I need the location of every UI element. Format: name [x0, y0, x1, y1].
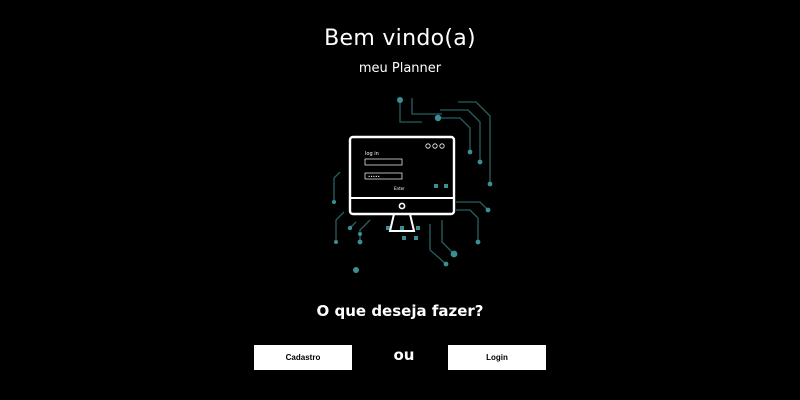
page-title: Bem vindo(a): [324, 26, 476, 51]
screen-heading: log in: [365, 151, 379, 157]
cadastro-button[interactable]: Cadastro: [254, 345, 352, 370]
password-mask: •••••: [368, 174, 380, 179]
login-button[interactable]: Login: [448, 345, 546, 370]
circuit-lines: [333, 98, 491, 265]
enter-label: Enter: [394, 186, 405, 191]
computer-login-illustration: log in ••••• Enter: [332, 97, 493, 273]
separator-text: ou: [393, 346, 415, 364]
circuit-nodes: [332, 97, 493, 273]
page-subtitle: meu Planner: [358, 61, 442, 76]
question-heading: O que deseja fazer?: [316, 302, 484, 320]
